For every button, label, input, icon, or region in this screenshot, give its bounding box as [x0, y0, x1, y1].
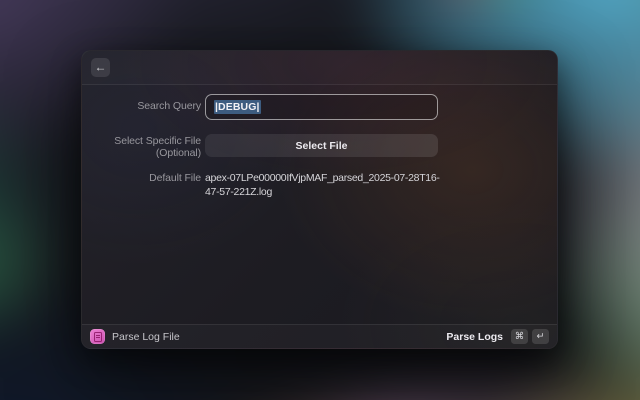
search-query-value: |DEBUG|	[214, 100, 261, 114]
search-query-input[interactable]: |DEBUG|	[205, 94, 438, 120]
desktop: ← Search Query |DEBUG| Select Specific F…	[0, 0, 640, 400]
app-info: Parse Log File	[90, 329, 180, 344]
select-file-label: Select Specific File (Optional)	[82, 135, 201, 159]
search-query-label: Search Query	[82, 100, 201, 112]
back-arrow-icon: ←	[91, 58, 110, 77]
footer-bar: Parse Log File Parse Logs ⌘ ↵	[82, 324, 557, 348]
default-file-label: Default File	[82, 172, 201, 184]
parse-logs-action-label: Parse Logs	[446, 331, 503, 343]
parse-log-file-window: ← Search Query |DEBUG| Select Specific F…	[81, 50, 558, 349]
window-header: ←	[82, 51, 557, 85]
select-file-label-line1: Select Specific File	[82, 135, 201, 147]
back-button[interactable]: ←	[91, 58, 110, 77]
select-file-label-line2: (Optional)	[82, 147, 201, 159]
document-icon	[94, 332, 102, 342]
parse-logs-action[interactable]: Parse Logs ⌘ ↵	[446, 329, 549, 344]
select-file-button[interactable]: Select File	[205, 134, 438, 157]
app-name: Parse Log File	[112, 331, 180, 343]
parse-log-file-app-icon	[90, 329, 105, 344]
command-key-icon: ⌘	[511, 329, 528, 344]
return-key-icon: ↵	[532, 329, 549, 344]
default-file-value: apex-07LPe00000IfVjpMAF_parsed_2025-07-2…	[205, 172, 442, 199]
